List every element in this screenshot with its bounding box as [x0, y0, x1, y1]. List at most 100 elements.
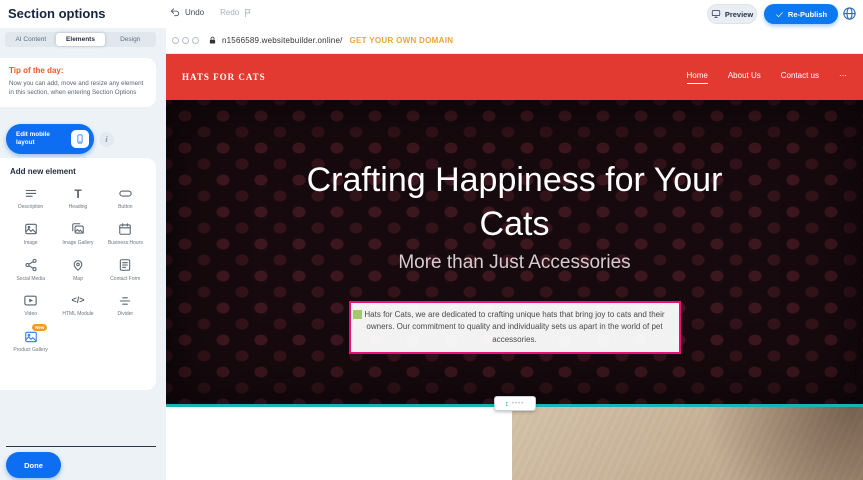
nav-contact-us[interactable]: Contact us: [781, 71, 819, 83]
nav-home[interactable]: Home: [687, 71, 708, 84]
section-resize-handle[interactable]: ↕ ••••: [494, 396, 536, 411]
site-nav: Home About Us Contact us ⋯: [687, 71, 848, 84]
element-tile-label: HTML Module: [62, 311, 93, 318]
image-icon: [24, 221, 38, 238]
element-grid: Description T Heading Button Imag: [8, 185, 148, 354]
element-tile-business-hours[interactable]: Business Hours: [103, 221, 148, 247]
element-drag-indicator[interactable]: [353, 310, 362, 319]
language-globe-icon[interactable]: [842, 6, 857, 21]
element-tile-html-module[interactable]: </> HTML Module: [55, 292, 100, 318]
tab-design[interactable]: Design: [105, 33, 155, 46]
element-tile-label: Contact Form: [110, 276, 140, 283]
element-tile-image-gallery[interactable]: Image Gallery: [55, 221, 100, 247]
map-pin-icon: [71, 257, 85, 274]
hero-body-text: Hats for Cats, we are dedicated to craft…: [364, 310, 664, 344]
element-tile-label: Social Media: [16, 276, 45, 283]
element-tile-label: Divider: [118, 311, 134, 318]
site-header: HATS FOR CATS Home About Us Contact us ⋯: [166, 54, 863, 100]
page-title: Section options: [8, 6, 106, 21]
element-tile-label: Map: [73, 276, 83, 283]
hero-section[interactable]: Crafting Happiness for Your Cats More th…: [166, 100, 863, 406]
resize-arrows-icon: ↕: [505, 400, 509, 408]
element-tile-label: Image Gallery: [62, 240, 93, 247]
element-tile-video[interactable]: Video: [8, 292, 53, 318]
element-tile-label: Product Gallery: [13, 347, 47, 354]
preview-area: n1566589.websitebuilder.online/ GET YOUR…: [166, 28, 863, 480]
business-hours-icon: [118, 221, 132, 238]
website-canvas: HATS FOR CATS Home About Us Contact us ⋯…: [166, 54, 863, 480]
tip-body: Now you can add, move and resize any ele…: [9, 79, 146, 98]
republish-button[interactable]: Re-Publish: [764, 4, 838, 24]
element-tile-label: Description: [18, 204, 43, 211]
element-tile-heading[interactable]: T Heading: [55, 185, 100, 211]
element-tile-label: Video: [24, 311, 37, 318]
browser-bar: n1566589.websitebuilder.online/ GET YOUR…: [166, 28, 863, 54]
lock-icon: [208, 36, 217, 45]
element-tile-label: Heading: [69, 204, 88, 211]
edit-mobile-row: Edit mobile layout i: [6, 124, 114, 154]
element-tile-social-media[interactable]: Social Media: [8, 257, 53, 283]
app-window: Section options Undo Redo Preview: [0, 0, 863, 480]
nav-more[interactable]: ⋯: [839, 71, 847, 83]
republish-label: Re-Publish: [788, 10, 827, 19]
sidebar-divider: [6, 446, 156, 447]
element-tile-button[interactable]: Button: [103, 185, 148, 211]
sidebar: AI Content Elements Design Tip of the da…: [0, 28, 166, 480]
drag-dots-icon: ••••: [512, 401, 524, 407]
preview-button[interactable]: Preview: [707, 4, 757, 24]
window-dot-icon: [192, 37, 199, 44]
done-button[interactable]: Done: [6, 452, 61, 478]
redo-button[interactable]: Redo: [220, 8, 253, 18]
heading-icon: T: [74, 185, 81, 202]
image-gallery-icon: [71, 221, 85, 238]
social-media-icon: [24, 257, 38, 274]
element-tile-description[interactable]: Description: [8, 185, 53, 211]
element-tile-divider[interactable]: Divider: [103, 292, 148, 318]
undo-icon: [170, 7, 181, 18]
description-icon: [24, 185, 38, 202]
element-tile-map[interactable]: Map: [55, 257, 100, 283]
nav-about-us[interactable]: About Us: [728, 71, 761, 83]
new-badge: New: [32, 324, 47, 331]
hero-title[interactable]: Crafting Happiness for Your Cats: [275, 158, 755, 246]
video-icon: [23, 292, 38, 309]
tip-of-the-day-card: Tip of the day: Now you can add, move an…: [0, 58, 156, 107]
element-tile-product-gallery[interactable]: New Product Gallery: [8, 328, 53, 354]
add-new-element-panel: Add new element Description T Heading: [0, 158, 156, 390]
top-bar: Section options Undo Redo Preview: [0, 0, 863, 28]
get-domain-link[interactable]: GET YOUR OWN DOMAIN: [350, 36, 454, 45]
edit-mobile-layout-button[interactable]: Edit mobile layout: [6, 124, 94, 154]
undo-label: Undo: [185, 8, 204, 17]
tip-title: Tip of the day:: [9, 66, 146, 75]
next-section[interactable]: [166, 407, 863, 480]
history-controls: Undo Redo: [170, 7, 253, 18]
next-section-photo: [512, 407, 863, 480]
info-icon[interactable]: i: [99, 132, 114, 147]
undo-button[interactable]: Undo: [170, 7, 204, 18]
tab-elements[interactable]: Elements: [56, 33, 106, 46]
site-logo[interactable]: HATS FOR CATS: [182, 72, 266, 82]
hero-subtitle[interactable]: More than Just Accessories: [275, 252, 755, 274]
element-tile-contact-form[interactable]: Contact Form: [103, 257, 148, 283]
contact-form-icon: [118, 257, 132, 274]
tab-ai-content[interactable]: AI Content: [6, 33, 56, 46]
sidebar-tabs: AI Content Elements Design: [5, 32, 156, 47]
flag-icon: [243, 8, 253, 18]
html-code-icon: </>: [71, 292, 84, 309]
divider-icon: [118, 292, 132, 309]
redo-label: Redo: [220, 8, 239, 17]
window-dot-icon: [182, 37, 189, 44]
monitor-icon: [711, 9, 721, 19]
site-url: n1566589.websitebuilder.online/: [222, 36, 343, 45]
add-new-element-title: Add new element: [10, 167, 148, 176]
edit-mobile-layout-label: Edit mobile layout: [16, 131, 65, 146]
element-tile-label: Image: [24, 240, 38, 247]
mobile-phone-icon: [71, 130, 89, 148]
preview-label: Preview: [725, 10, 753, 19]
check-icon: [775, 10, 784, 19]
window-dot-icon: [172, 37, 179, 44]
element-tile-image[interactable]: Image: [8, 221, 53, 247]
hero-text-box[interactable]: Hats for Cats, we are dedicated to craft…: [349, 301, 681, 354]
button-icon: [118, 185, 133, 202]
element-tile-label: Button: [118, 204, 132, 211]
